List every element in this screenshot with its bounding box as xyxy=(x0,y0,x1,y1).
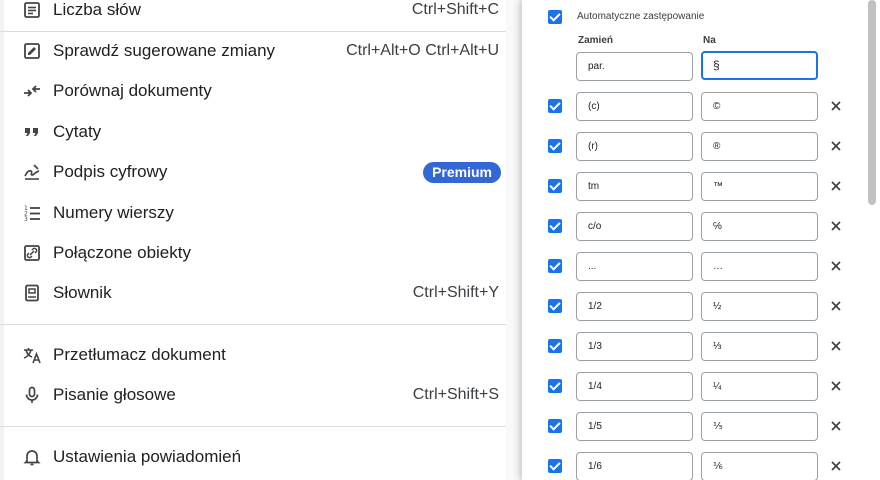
delete-row-icon[interactable] xyxy=(829,259,843,273)
menu-item-shortcut: Ctrl+Alt+O Ctrl+Alt+U xyxy=(346,42,499,59)
new-replace-input[interactable]: par. xyxy=(576,52,693,81)
menu-item-voice-typing[interactable]: Pisanie głosowe Ctrl+Shift+S xyxy=(0,375,521,415)
with-input[interactable]: ¼ xyxy=(701,372,818,401)
delete-row-icon[interactable] xyxy=(829,379,843,393)
quote-icon xyxy=(22,122,42,142)
translate-icon xyxy=(22,345,42,365)
menu-item-citations[interactable]: Cytaty xyxy=(0,112,521,152)
menu-item-line-numbers[interactable]: 123 Numery wierszy xyxy=(0,193,521,233)
menu-item-label: Sprawdź sugerowane zmiany xyxy=(53,41,276,60)
replace-input[interactable]: 1/3 xyxy=(576,332,693,361)
delete-row-icon[interactable] xyxy=(829,139,843,153)
replace-input[interactable]: c/o xyxy=(576,212,693,241)
menu-separator xyxy=(0,324,521,325)
line-numbers-icon: 123 xyxy=(22,203,42,223)
menu-item-dictionary[interactable]: Słownik Ctrl+Shift+Y xyxy=(0,273,521,313)
menu-item-shortcut: Ctrl+Shift+Y xyxy=(412,284,499,301)
menu-item-translate[interactable]: Przetłumacz dokument xyxy=(0,335,521,375)
menu-item-label: Połączone obiekty xyxy=(53,243,191,262)
menu-separator xyxy=(0,426,521,427)
column-header-with: Na xyxy=(703,35,716,46)
substitutions-panel: Automatyczne zastępowanie Zamień Na par.… xyxy=(522,0,880,480)
with-input[interactable]: … xyxy=(701,252,818,281)
column-header-replace: Zamień xyxy=(578,35,614,46)
row-checkbox[interactable] xyxy=(548,179,562,193)
delete-row-icon[interactable] xyxy=(829,419,843,433)
menu-item-label: Ustawienia powiadomień xyxy=(53,447,242,466)
with-input[interactable]: ® xyxy=(701,132,818,161)
row-checkbox[interactable] xyxy=(548,259,562,273)
row-checkbox[interactable] xyxy=(548,299,562,313)
premium-badge: Premium xyxy=(423,161,501,183)
menu-item-word-count[interactable]: Liczba słów Ctrl+Shift+C xyxy=(0,0,521,30)
menu-item-label: Podpis cyfrowy xyxy=(53,162,168,181)
menu-item-compare[interactable]: Porównaj dokumenty xyxy=(0,71,521,111)
replace-input[interactable]: (c) xyxy=(576,92,693,121)
delete-row-icon[interactable] xyxy=(829,179,843,193)
menu-item-label: Liczba słów xyxy=(53,0,141,19)
review-edits-icon xyxy=(22,41,42,61)
new-with-input[interactable]: § xyxy=(701,51,818,80)
delete-row-icon[interactable] xyxy=(829,339,843,353)
with-input[interactable]: ⅙ xyxy=(701,452,818,480)
menu-item-label: Cytaty xyxy=(53,122,102,141)
with-input[interactable]: ℅ xyxy=(701,212,818,241)
with-input[interactable]: ™ xyxy=(701,172,818,201)
menu-item-linked-objects[interactable]: Połączone obiekty xyxy=(0,233,521,273)
row-checkbox[interactable] xyxy=(548,419,562,433)
with-input[interactable]: ⅓ xyxy=(701,332,818,361)
replace-input[interactable]: 1/4 xyxy=(576,372,693,401)
replace-input[interactable]: 1/5 xyxy=(576,412,693,441)
menu-item-label: Numery wierszy xyxy=(53,203,174,222)
menu-item-label: Pisanie głosowe xyxy=(53,385,176,404)
auto-replace-label: Automatyczne zastępowanie xyxy=(577,11,705,22)
row-checkbox[interactable] xyxy=(548,459,562,473)
replace-input[interactable]: (r) xyxy=(576,132,693,161)
with-input[interactable]: © xyxy=(701,92,818,121)
compare-icon xyxy=(22,81,42,101)
linked-objects-icon xyxy=(22,243,42,263)
bell-icon xyxy=(22,447,42,467)
menu-item-notification-settings[interactable]: Ustawienia powiadomień xyxy=(0,437,521,477)
row-checkbox[interactable] xyxy=(548,99,562,113)
replace-input[interactable]: ... xyxy=(576,252,693,281)
tools-menu: Liczba słów Ctrl+Shift+C Sprawdź sugerow… xyxy=(0,0,521,480)
menu-item-shortcut: Ctrl+Shift+S xyxy=(412,386,499,403)
menu-item-label: Porównaj dokumenty xyxy=(53,81,212,100)
menu-item-digital-signature[interactable]: Podpis cyfrowy Premium xyxy=(0,152,521,192)
replace-input[interactable]: 1/6 xyxy=(576,452,693,480)
dictionary-icon xyxy=(22,283,42,303)
scrollbar[interactable] xyxy=(868,0,876,205)
menu-item-review-edits[interactable]: Sprawdź sugerowane zmiany Ctrl+Alt+O Ctr… xyxy=(0,31,521,71)
menu-item-shortcut: Ctrl+Shift+C xyxy=(411,1,499,18)
document-background xyxy=(506,0,522,480)
word-count-icon xyxy=(22,0,42,20)
row-checkbox[interactable] xyxy=(548,139,562,153)
replace-input[interactable]: tm xyxy=(576,172,693,201)
row-checkbox[interactable] xyxy=(548,379,562,393)
auto-replace-checkbox[interactable] xyxy=(548,10,562,24)
delete-row-icon[interactable] xyxy=(829,299,843,313)
replace-input[interactable]: 1/2 xyxy=(576,292,693,321)
menu-item-label: Przetłumacz dokument xyxy=(53,345,226,364)
menu-item-label: Słownik xyxy=(53,283,112,302)
with-input[interactable]: ½ xyxy=(701,292,818,321)
signature-icon xyxy=(22,162,42,182)
svg-text:3: 3 xyxy=(24,216,28,223)
row-checkbox[interactable] xyxy=(548,219,562,233)
microphone-icon xyxy=(22,385,42,405)
delete-row-icon[interactable] xyxy=(829,219,843,233)
delete-row-icon[interactable] xyxy=(829,99,843,113)
row-checkbox[interactable] xyxy=(548,339,562,353)
with-input[interactable]: ⅕ xyxy=(701,412,818,441)
delete-row-icon[interactable] xyxy=(829,459,843,473)
